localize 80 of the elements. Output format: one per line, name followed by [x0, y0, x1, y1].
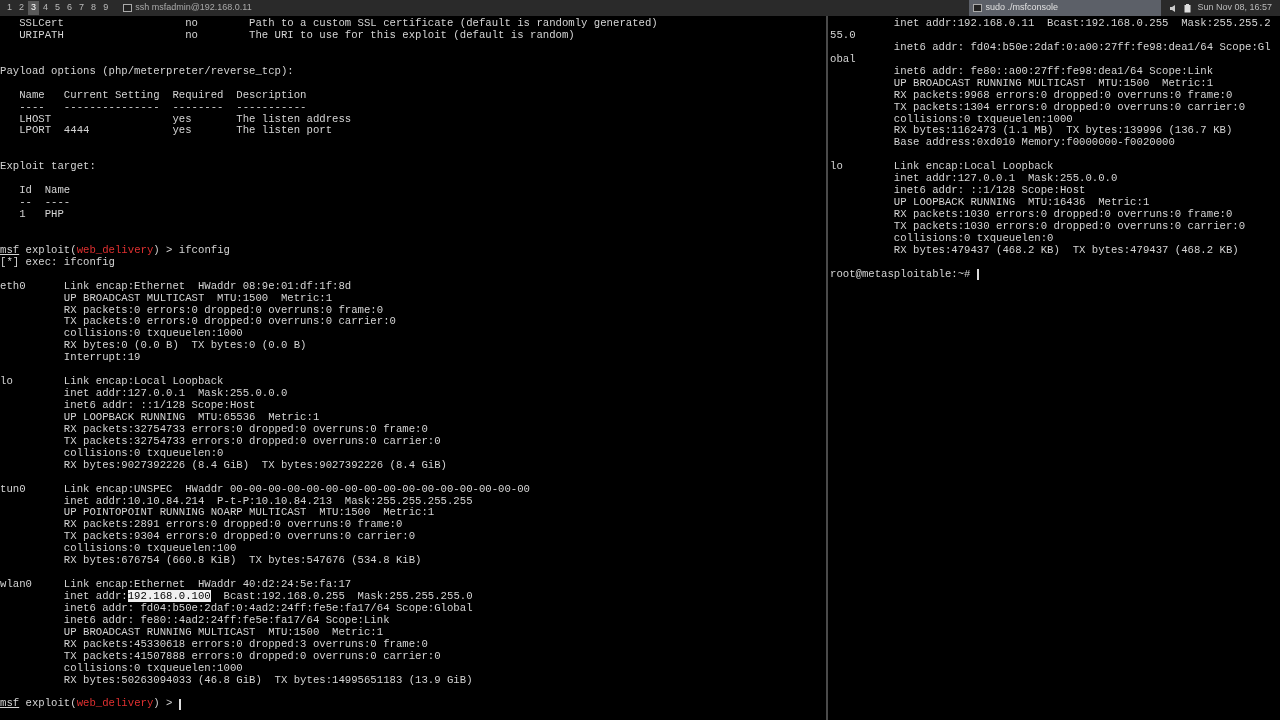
terminal-line: TX packets:0 errors:0 dropped:0 overruns:0 carrier:0	[62, 316, 396, 328]
terminal-line: collisions:0 txqueuelen:100	[62, 543, 237, 555]
terminal-line: inet addr:127.0.0.1 Mask:255.0.0.0	[892, 173, 1118, 185]
terminal-line: TX packets:9304 errors:0 dropped:0 overruns:0 carrier:0	[62, 531, 416, 543]
prompt-line: root@metasploitable:~#	[830, 268, 972, 281]
terminal-line: -- ----	[18, 197, 71, 209]
taskbar-button[interactable]: ssh msfadmin@192.168.0.11	[119, 0, 970, 16]
taskbar-button[interactable]: sudo ./msfconsole	[969, 0, 1162, 16]
terminal-line: RX bytes:50263094033 (46.8 GiB) TX bytes:14995651183 (13.9 GiB)	[62, 674, 473, 687]
terminal-line: inet addr:192.168.0.11 Bcast:192.168.0.255 Mask:255.255.2	[892, 18, 1271, 30]
terminal-line: RX packets:0 errors:0 dropped:0 overruns:0 frame:0	[62, 304, 384, 316]
workspace-button[interactable]: 7	[76, 1, 88, 15]
terminal-line: TX packets:41507888 errors:0 dropped:0 overruns:0 carrier:0	[62, 650, 441, 663]
terminal-icon	[973, 4, 983, 12]
terminal-line: tun0 Link encap:UNSPEC HWaddr 00-00-00-00-00-00-00-00-00-00-00-00-00-00-00-00	[0, 483, 530, 496]
workspace-button[interactable]: 9	[100, 1, 112, 15]
terminal-line: msf exploit(web_delivery) > ifconfig	[0, 244, 230, 257]
terminal-line: TX packets:32754733 errors:0 dropped:0 overruns:0 carrier:0	[62, 435, 441, 448]
terminal-line: inet6 addr: fe80::4ad2:24ff:fe5e:fa17/64 Scope:Link	[62, 614, 390, 627]
terminal-line: lo Link encap:Local Loopback	[830, 161, 1054, 173]
terminal-line: TX packets:1304 errors:0 dropped:0 overruns:0 carrier:0	[892, 101, 1246, 114]
terminal-line: UP BROADCAST RUNNING MULTICAST MTU:1500 Metric:1	[892, 77, 1214, 90]
terminal-line: inet6 addr: fe80::a00:27ff:fe98:dea1/64 Scope:Link	[892, 65, 1214, 78]
terminal-line: collisions:0 txqueuelen:1000	[62, 328, 243, 340]
terminal-line: LHOST yes The listen address	[18, 113, 352, 125]
workspace-button[interactable]: 4	[40, 1, 52, 15]
terminal-line: inet6 addr: ::1/128 Scope:Host	[892, 185, 1086, 198]
terminal-line: collisions:0 txqueuelen:0	[62, 447, 224, 460]
terminal-icon	[123, 4, 133, 12]
terminal-line: [*] exec: ifconfig	[0, 256, 115, 269]
terminal-line: RX bytes:676754 (660.8 KiB) TX bytes:547676 (534.8 KiB)	[62, 555, 422, 568]
terminal-line: RX bytes:479437 (468.2 KB) TX bytes:479437 (468.2 KB)	[892, 244, 1239, 257]
terminal-line: TX packets:1030 errors:0 dropped:0 overruns:0 carrier:0	[892, 220, 1246, 233]
terminal-line: RX packets:1030 errors:0 dropped:0 overruns:0 frame:0	[892, 209, 1233, 221]
terminal-line: UP LOOPBACK RUNNING MTU:65536 Metric:1	[62, 411, 320, 424]
terminal-line: 55.0	[830, 29, 856, 42]
terminal-line: UP BROADCAST RUNNING MULTICAST MTU:1500 Metric:1	[62, 626, 384, 639]
workspace-button[interactable]: 8	[88, 1, 100, 15]
terminal-line: RX packets:45330618 errors:0 dropped:3 overruns:0 frame:0	[62, 638, 428, 651]
terminal-line: RX packets:9968 errors:0 dropped:0 overruns:0 frame:0	[892, 89, 1233, 102]
terminal-line: collisions:0 txqueuelen:1000	[62, 662, 243, 675]
terminal-line: inet6 addr: fd04:b50e:2daf:0:a00:27ff:fe98:dea1/64 Scope:Gl	[892, 41, 1271, 54]
terminal-line: RX bytes:0 (0.0 B) TX bytes:0 (0.0 B)	[62, 340, 307, 353]
terminal-line: Interrupt:19	[62, 352, 141, 365]
workspace-button[interactable]: 2	[16, 1, 28, 15]
terminal-line: obal	[830, 53, 856, 66]
terminal-line: Exploit target:	[0, 161, 96, 174]
terminal-line: Payload options (php/meterpreter/reverse_tcp):	[0, 65, 294, 78]
workspace-button[interactable]: 1	[4, 1, 15, 15]
terminal-line: LPORT 4444 yes The listen port	[18, 125, 333, 138]
terminal-line: SSLCert no Path to a custom SSL certificate (default is randomly generated)	[18, 18, 658, 30]
prompt-line: msf exploit(web_delivery) >	[0, 698, 174, 711]
terminal-line: UP POINTOPOINT RUNNING NOARP MULTICAST MTU:1500 Metric:1	[62, 507, 435, 519]
terminal-line: RX packets:32754733 errors:0 dropped:0 overruns:0 frame:0	[62, 423, 428, 436]
terminal-line: Name Current Setting Required Description	[18, 89, 307, 102]
terminal-line: URIPATH no The URI to use for this exploit (default is random)	[18, 29, 575, 42]
terminal-line: wlan0 Link encap:Ethernet HWaddr 40:d2:24:5e:fa:17	[0, 579, 352, 591]
terminal-line: inet addr:10.10.84.214 P-t-P:10.10.84.213 Mask:255.255.255.255	[62, 495, 473, 507]
workspace-button[interactable]: 3	[28, 1, 40, 15]
terminal-line: inet6 addr: fd04:b50e:2daf:0:4ad2:24ff:fe5e:fa17/64 Scope:Global	[62, 602, 473, 615]
terminal-line: RX packets:2891 errors:0 dropped:0 overruns:0 frame:0	[62, 519, 403, 531]
terminal-line: ---- --------------- -------- -----------	[18, 101, 307, 114]
workspace-button[interactable]: 6	[64, 1, 76, 15]
workspace-button[interactable]: 5	[52, 1, 64, 15]
terminal-line: Id Name	[18, 185, 71, 198]
terminal-line: collisions:0 txqueuelen:0	[892, 232, 1054, 245]
terminal-line: inet addr:127.0.0.1 Mask:255.0.0.0	[62, 388, 288, 400]
terminal-line: RX bytes:9027392226 (8.4 GiB) TX bytes:9027392226 (8.4 GiB)	[62, 459, 447, 472]
terminal-line: inet addr:192.168.0.100 Bcast:192.168.0.255 Mask:255.255.255.0	[62, 591, 473, 603]
terminal-line: Base address:0xd010 Memory:f0000000-f0020000	[892, 137, 1175, 150]
terminal-line: UP BROADCAST MULTICAST MTU:1500 Metric:1	[62, 292, 333, 305]
clock[interactable]: Sun Nov 08, 16:57	[1197, 1, 1272, 15]
terminal-line: collisions:0 txqueuelen:1000	[892, 113, 1073, 125]
terminal-line: eth0 Link encap:Ethernet HWaddr 08:9e:01:df:1f:8d	[0, 280, 352, 293]
terminal-line: RX bytes:1162473 (1.1 MB) TX bytes:139996 (136.7 KB)	[892, 125, 1233, 137]
battery-icon[interactable]	[1184, 3, 1192, 13]
terminal-line: UP LOOPBACK RUNNING MTU:16436 Metric:1	[892, 197, 1150, 209]
terminal-line: 1 PHP	[18, 209, 64, 221]
terminal-line: lo Link encap:Local Loopback	[0, 376, 224, 388]
terminal-line: inet6 addr: ::1/128 Scope:Host	[62, 400, 256, 412]
